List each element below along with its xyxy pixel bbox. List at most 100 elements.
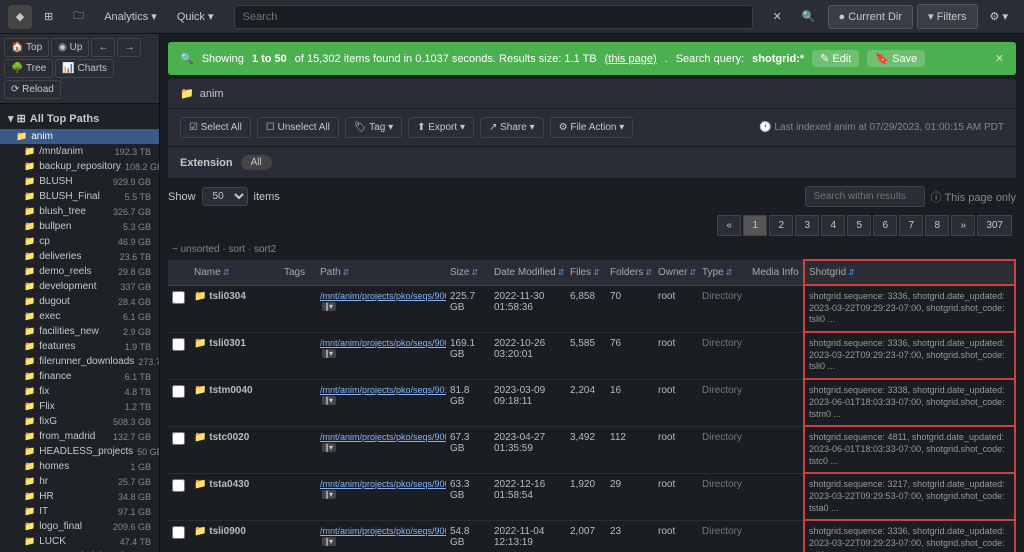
col-Folders[interactable]: Folders⇵ (606, 260, 654, 285)
back-button[interactable]: ← (91, 38, 115, 57)
col-Size[interactable]: Size⇵ (446, 260, 490, 285)
path-link[interactable]: /mnt/anim/projects/pko/seqs/9006 (320, 291, 446, 301)
charts-button[interactable]: 📊 Charts (55, 59, 114, 78)
tree-item[interactable]: 📁IT97.1 GB (8, 504, 159, 519)
search-input[interactable] (234, 5, 753, 29)
page-307[interactable]: 307 (977, 215, 1012, 236)
search-submit-icon[interactable]: 🔍 (794, 4, 824, 29)
folder-icon[interactable]: 🗀 (65, 1, 92, 32)
table-row[interactable]: 📁 tstm0040/mnt/anim/projects/pko/seqs/90… (168, 379, 1015, 426)
row-checkbox[interactable] (172, 385, 185, 398)
col-Shotgrid[interactable]: Shotgrid⇵ (804, 260, 1015, 285)
col-Media Info[interactable]: Media Info (748, 260, 804, 285)
page-4[interactable]: 4 (821, 215, 845, 236)
col-Path[interactable]: Path⇵ (316, 260, 446, 285)
tree-item[interactable]: 📁fixG508.3 GB (8, 414, 159, 429)
path-chip-icon[interactable]: ∥▾ (322, 302, 336, 311)
col-Files[interactable]: Files⇵ (566, 260, 606, 285)
tree-item[interactable]: 📁fix4.8 TB (8, 384, 159, 399)
path-chip-icon[interactable]: ∥▾ (322, 396, 336, 405)
tree-item[interactable]: 📁facilities_new2.9 GB (8, 324, 159, 339)
path-link[interactable]: /mnt/anim/projects/pko/seqs/9009 (320, 432, 446, 442)
tree-item[interactable]: 📁LUCK47.4 TB (8, 534, 159, 549)
tree-item[interactable]: 📁BLUSH_Final5.5 TB (8, 189, 159, 204)
current-dir-toggle[interactable]: ● Current Dir (828, 5, 914, 29)
page-2[interactable]: 2 (769, 215, 793, 236)
row-checkbox[interactable] (172, 526, 185, 539)
table-row[interactable]: 📁 tsli0900/mnt/anim/projects/pko/seqs/90… (168, 520, 1015, 552)
tree-item[interactable]: 📁cp46.9 GB (8, 234, 159, 249)
page-5[interactable]: 5 (847, 215, 871, 236)
analytics-menu[interactable]: Analytics ▾ (96, 4, 165, 29)
tree-item[interactable]: 📁demo_reels29.8 GB (8, 264, 159, 279)
tree-button[interactable]: 🌳 Tree (4, 59, 53, 78)
row-checkbox[interactable] (172, 338, 185, 351)
tree-item[interactable]: 📁development337 GB (8, 279, 159, 294)
tree-item[interactable]: 📁features1.9 TB (8, 339, 159, 354)
page-7[interactable]: 7 (899, 215, 923, 236)
tree-item[interactable]: 📁blush_tree326.7 GB (8, 204, 159, 219)
file-action-menu[interactable]: ⚙ File Action ▾ (550, 117, 634, 138)
tree-item[interactable]: 📁BLUSH929.9 GB (8, 174, 159, 189)
page-3[interactable]: 3 (795, 215, 819, 236)
tree-item[interactable]: 📁HR34.8 GB (8, 489, 159, 504)
tree-item[interactable]: 📁homes1 GB (8, 459, 159, 474)
tree-item[interactable]: 📁filerunner_downloads273.7 MB (8, 354, 159, 369)
path-chip-icon[interactable]: ∥▾ (322, 537, 336, 546)
tree-item[interactable]: 📁backup_repository108.2 GB (8, 159, 159, 174)
page-6[interactable]: 6 (873, 215, 897, 236)
reload-button[interactable]: ⟳ Reload (4, 80, 61, 99)
path-link[interactable]: /mnt/anim/projects/pko/seqs/9002 (320, 479, 446, 489)
tree-item[interactable]: 📁dugout28.4 GB (8, 294, 159, 309)
path-link[interactable]: /mnt/anim/projects/pko/seqs/9006 (320, 338, 446, 348)
search-clear-icon[interactable]: ✕ (765, 4, 790, 29)
forward-button[interactable]: → (117, 38, 141, 57)
path-chip-icon[interactable]: ∥▾ (322, 349, 336, 358)
tree-item[interactable]: 📁finance6.1 TB (8, 369, 159, 384)
tree-item[interactable]: 📁deliveries23.6 TB (8, 249, 159, 264)
results-search-input[interactable] (805, 186, 925, 207)
table-row[interactable]: 📁 tsli0304/mnt/anim/projects/pko/seqs/90… (168, 285, 1015, 332)
up-button[interactable]: ◉ Up (51, 38, 89, 57)
tree-item[interactable]: 📁exec6.1 GB (8, 309, 159, 324)
col-Name[interactable]: Name⇵ (190, 260, 280, 285)
tree-header[interactable]: ▾ ⊞ All Top Paths (0, 108, 159, 129)
gear-icon[interactable]: ⚙ ▾ (982, 4, 1016, 29)
tree-item-selected[interactable]: 📁anim (0, 129, 159, 144)
tag-menu[interactable]: 🏷 Tag ▾ (345, 117, 402, 138)
path-link[interactable]: /mnt/anim/projects/pko/seqs/9006 (320, 526, 446, 536)
page-only-toggle[interactable]: ⓘ This page only (931, 189, 1016, 205)
path-link[interactable]: /mnt/anim/projects/pko/seqs/9010 (320, 385, 446, 395)
app-logo[interactable]: ◆ (8, 5, 32, 29)
close-icon[interactable]: ✕ (995, 52, 1004, 65)
col-Date Modified[interactable]: Date Modified⇵ (490, 260, 566, 285)
tree-item[interactable]: 📁HEADLESS_projects50 GB (8, 444, 159, 459)
tree-item[interactable]: 📁bullpen5.3 GB (8, 219, 159, 234)
table-row[interactable]: 📁 tsta0430/mnt/anim/projects/pko/seqs/90… (168, 473, 1015, 520)
path-chip-icon[interactable]: ∥▾ (322, 443, 336, 452)
extension-all[interactable]: All (241, 155, 272, 170)
table-row[interactable]: 📁 tstc0020/mnt/anim/projects/pko/seqs/90… (168, 426, 1015, 473)
edit-query-button[interactable]: ✎ Edit (812, 50, 859, 67)
col-Tags[interactable]: Tags (280, 260, 316, 285)
tree-item[interactable]: 📁Flix1.2 TB (8, 399, 159, 414)
sort-row[interactable]: − unsorted · sort · sort2 (172, 240, 1012, 259)
tree-item[interactable]: 📁hr25.7 GB (8, 474, 159, 489)
page-»[interactable]: » (951, 215, 975, 236)
tree-item[interactable]: 📁from_madrid132.7 GB (8, 429, 159, 444)
page-1[interactable]: 1 (743, 215, 767, 236)
banner-this-page[interactable]: (this page) (605, 53, 657, 65)
col-check[interactable] (168, 260, 190, 285)
row-checkbox[interactable] (172, 432, 185, 445)
table-row[interactable]: 📁 tsli0301/mnt/anim/projects/pko/seqs/90… (168, 332, 1015, 379)
save-query-button[interactable]: 🔖 Save (867, 50, 925, 67)
select-all-button[interactable]: ☑ Select All (180, 117, 251, 138)
breadcrumb-label[interactable]: anim (200, 88, 224, 100)
dashboard-icon[interactable]: ⊞ (36, 4, 61, 29)
export-menu[interactable]: ⬆ Export ▾ (408, 117, 474, 138)
col-Type[interactable]: Type⇵ (698, 260, 748, 285)
page-size-select[interactable]: 50 (202, 187, 248, 206)
col-Owner[interactable]: Owner⇵ (654, 260, 698, 285)
quick-menu[interactable]: Quick ▾ (169, 4, 222, 29)
row-checkbox[interactable] (172, 291, 185, 304)
